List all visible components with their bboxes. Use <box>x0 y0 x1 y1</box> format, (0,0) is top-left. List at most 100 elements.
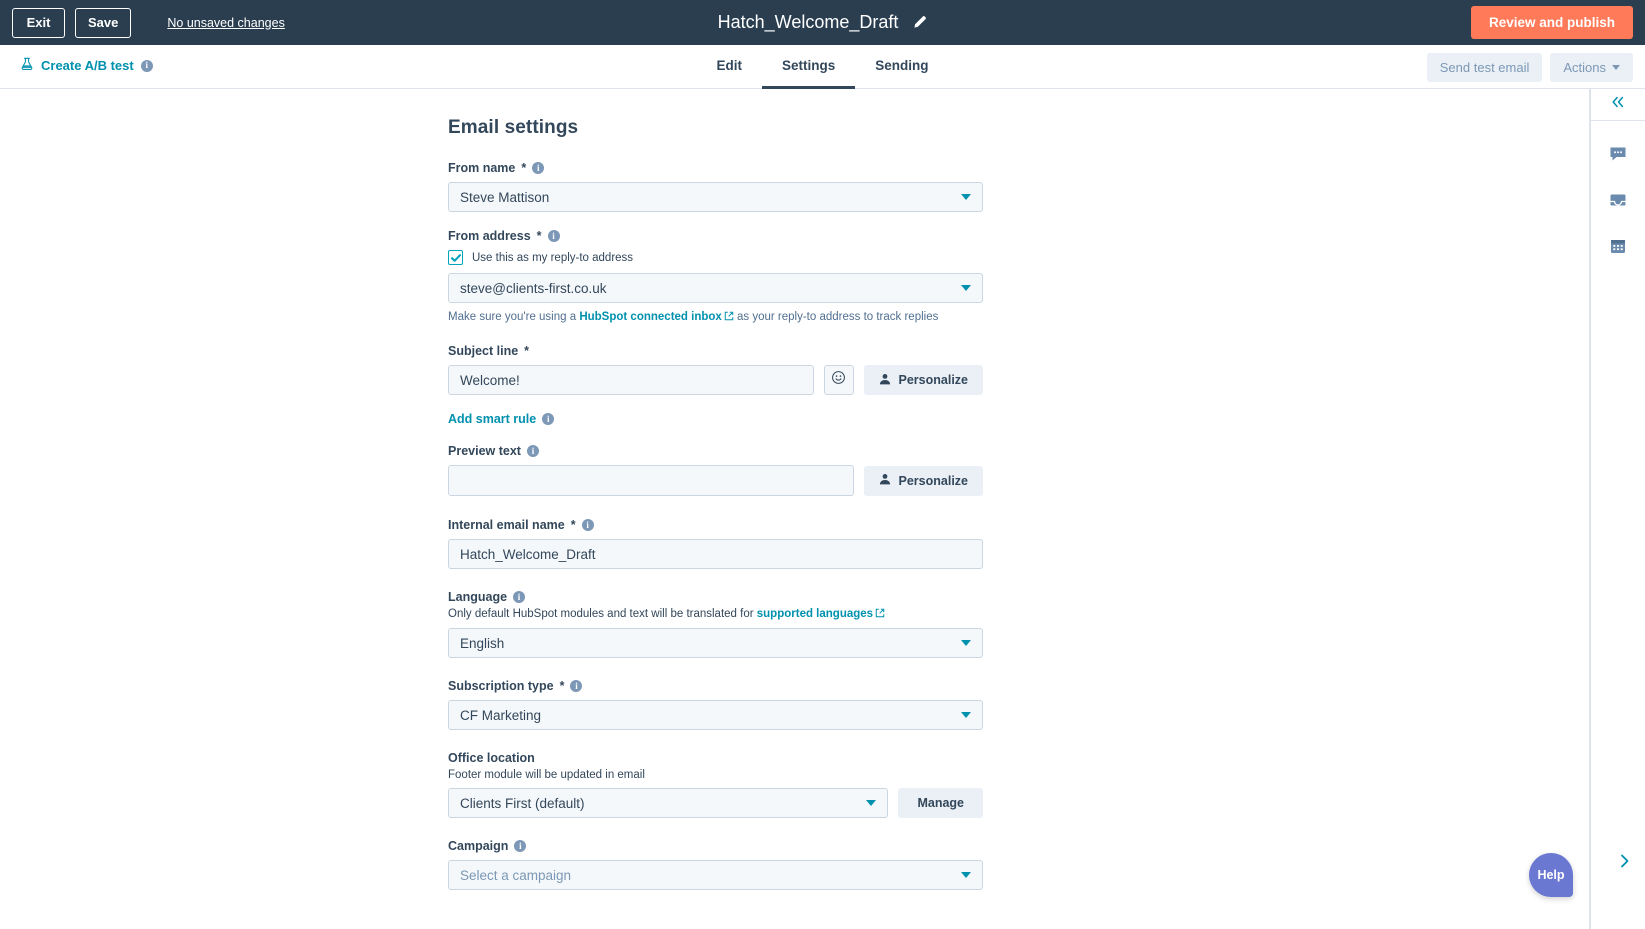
subject-personalize-label: Personalize <box>898 373 968 387</box>
internal-email-name-input[interactable]: Hatch_Welcome_Draft <box>448 539 983 569</box>
required-marker: * <box>559 679 565 693</box>
office-location-value: Clients First (default) <box>460 795 585 811</box>
preview-personalize-label: Personalize <box>898 473 968 488</box>
preview-text-row: Personalize <box>448 465 983 496</box>
add-smart-rule-label: Add smart rule <box>448 412 537 426</box>
office-location-label: Office location <box>448 751 983 765</box>
actions-button[interactable]: Actions <box>1550 53 1633 82</box>
field-internal-email-name: Internal email name * i Hatch_Welcome_Dr… <box>448 518 983 569</box>
section-title: Email settings <box>448 117 579 138</box>
sidebar-expand-button[interactable] <box>1618 853 1631 874</box>
info-icon[interactable]: i <box>526 445 539 457</box>
chevron-double-left-icon <box>1610 95 1626 114</box>
smiley-icon <box>831 370 846 390</box>
field-from-address: From address * i Use this as my reply-to… <box>448 229 983 324</box>
secondary-bar-actions: Send test email Actions <box>1426 53 1633 82</box>
from-address-select[interactable]: steve@clients-first.co.uk <box>448 273 983 303</box>
from-name-select[interactable]: Steve Mattison <box>448 182 983 212</box>
subject-personalize-button[interactable]: Personalize <box>863 365 983 395</box>
from-name-label: From name * i <box>448 161 983 175</box>
internal-email-name-label: Internal email name * i <box>448 518 983 532</box>
reply-to-checkbox-row[interactable]: Use this as my reply-to address <box>448 250 983 265</box>
from-address-label-text: From address <box>448 229 531 243</box>
language-sublabel-text: Only default HubSpot modules and text wi… <box>448 608 757 620</box>
field-preview-text: Preview text i Personalize <box>448 444 983 496</box>
from-address-label: From address * i <box>448 229 983 243</box>
sidebar-collapse-button[interactable] <box>1591 89 1645 121</box>
subject-line-label-text: Subject line <box>448 344 519 358</box>
info-icon[interactable]: i <box>542 413 555 425</box>
office-location-select[interactable]: Clients First (default) <box>448 788 889 818</box>
subject-line-row: Welcome! Personalize <box>448 365 983 395</box>
campaign-select[interactable]: Select a campaign <box>448 860 983 890</box>
external-link-icon <box>724 311 734 324</box>
top-bar-left-group: Exit Save No unsaved changes <box>0 7 285 38</box>
calendar-icon[interactable] <box>1609 237 1627 255</box>
internal-email-name-label-text: Internal email name <box>448 518 565 532</box>
campaign-placeholder: Select a campaign <box>460 867 572 883</box>
tab-sending[interactable]: Sending <box>855 45 948 89</box>
preview-personalize-button[interactable]: Personalize <box>863 465 983 496</box>
chevron-down-icon <box>961 640 971 646</box>
send-test-email-button[interactable]: Send test email <box>1426 53 1543 82</box>
secondary-bar: Create A/B test i Edit Settings Sending … <box>0 45 1645 89</box>
external-link-icon <box>875 608 885 621</box>
preview-text-label: Preview text i <box>448 444 983 458</box>
info-icon[interactable]: i <box>547 230 560 242</box>
settings-content: Email settings From name * i Steve Matti… <box>0 89 1535 929</box>
info-icon[interactable]: i <box>570 680 583 692</box>
language-label: Language i <box>448 590 983 604</box>
required-marker: * <box>570 518 576 532</box>
add-smart-rule-button[interactable]: Add smart rule i <box>448 412 983 426</box>
chevron-down-icon <box>961 872 971 878</box>
subject-line-input[interactable]: Welcome! <box>448 365 814 395</box>
chevron-down-icon <box>866 800 877 806</box>
subscription-type-value: CF Marketing <box>460 707 542 723</box>
info-icon[interactable]: i <box>532 162 545 174</box>
hubspot-connected-inbox-link[interactable]: HubSpot connected inbox <box>579 311 721 323</box>
send-test-email-label: Send test email <box>1439 60 1530 75</box>
exit-button[interactable]: Exit <box>12 7 65 38</box>
office-location-row: Clients First (default) Manage <box>448 788 983 818</box>
from-name-value: Steve Mattison <box>460 189 550 205</box>
required-marker: * <box>536 229 542 243</box>
supported-languages-link[interactable]: supported languages <box>757 608 873 620</box>
required-marker: * <box>524 344 530 358</box>
language-sublabel: Only default HubSpot modules and text wi… <box>448 608 983 621</box>
chevron-down-icon <box>1612 65 1620 70</box>
tab-edit[interactable]: Edit <box>696 45 762 89</box>
from-name-label-text: From name <box>448 161 516 175</box>
email-settings-form: Email settings From name * i Steve Matti… <box>448 117 983 907</box>
subject-line-label: Subject line * <box>448 344 983 358</box>
reply-to-checkbox-label[interactable]: Use this as my reply-to address <box>472 252 633 264</box>
subscription-type-select[interactable]: CF Marketing <box>448 700 983 730</box>
top-bar: Exit Save No unsaved changes Hatch_Welco… <box>0 0 1645 45</box>
office-location-label-text: Office location <box>448 751 535 765</box>
manage-office-location-button[interactable]: Manage <box>898 788 983 818</box>
chevron-down-icon <box>961 712 971 718</box>
from-address-value: steve@clients-first.co.uk <box>460 280 607 296</box>
save-button[interactable]: Save <box>75 7 132 38</box>
inbox-icon[interactable] <box>1609 191 1627 209</box>
helper-note-suffix: as your reply-to address to track replie… <box>733 311 939 323</box>
reply-to-checkbox[interactable] <box>448 250 463 265</box>
sidebar-icon-list <box>1591 121 1645 255</box>
language-select[interactable]: English <box>448 628 983 658</box>
edit-pencil-icon[interactable] <box>912 15 927 30</box>
review-and-publish-button[interactable]: Review and publish <box>1470 6 1633 39</box>
helper-note-prefix: Make sure you're using a <box>448 311 580 323</box>
info-icon[interactable]: i <box>581 519 594 531</box>
help-button[interactable]: Help <box>1529 853 1573 897</box>
field-office-location: Office location Footer module will be up… <box>448 751 983 818</box>
preview-text-input[interactable] <box>448 465 854 496</box>
tab-settings[interactable]: Settings <box>761 45 856 89</box>
info-icon[interactable]: i <box>514 840 527 852</box>
person-icon <box>879 373 891 388</box>
required-marker: * <box>521 161 527 175</box>
chat-bubble-icon[interactable] <box>1609 145 1627 163</box>
chevron-down-icon <box>961 285 971 291</box>
info-icon[interactable]: i <box>513 591 526 603</box>
unsaved-changes-status[interactable]: No unsaved changes <box>167 16 284 30</box>
preview-text-label-text: Preview text <box>448 444 521 458</box>
emoji-picker-button[interactable] <box>823 365 854 395</box>
